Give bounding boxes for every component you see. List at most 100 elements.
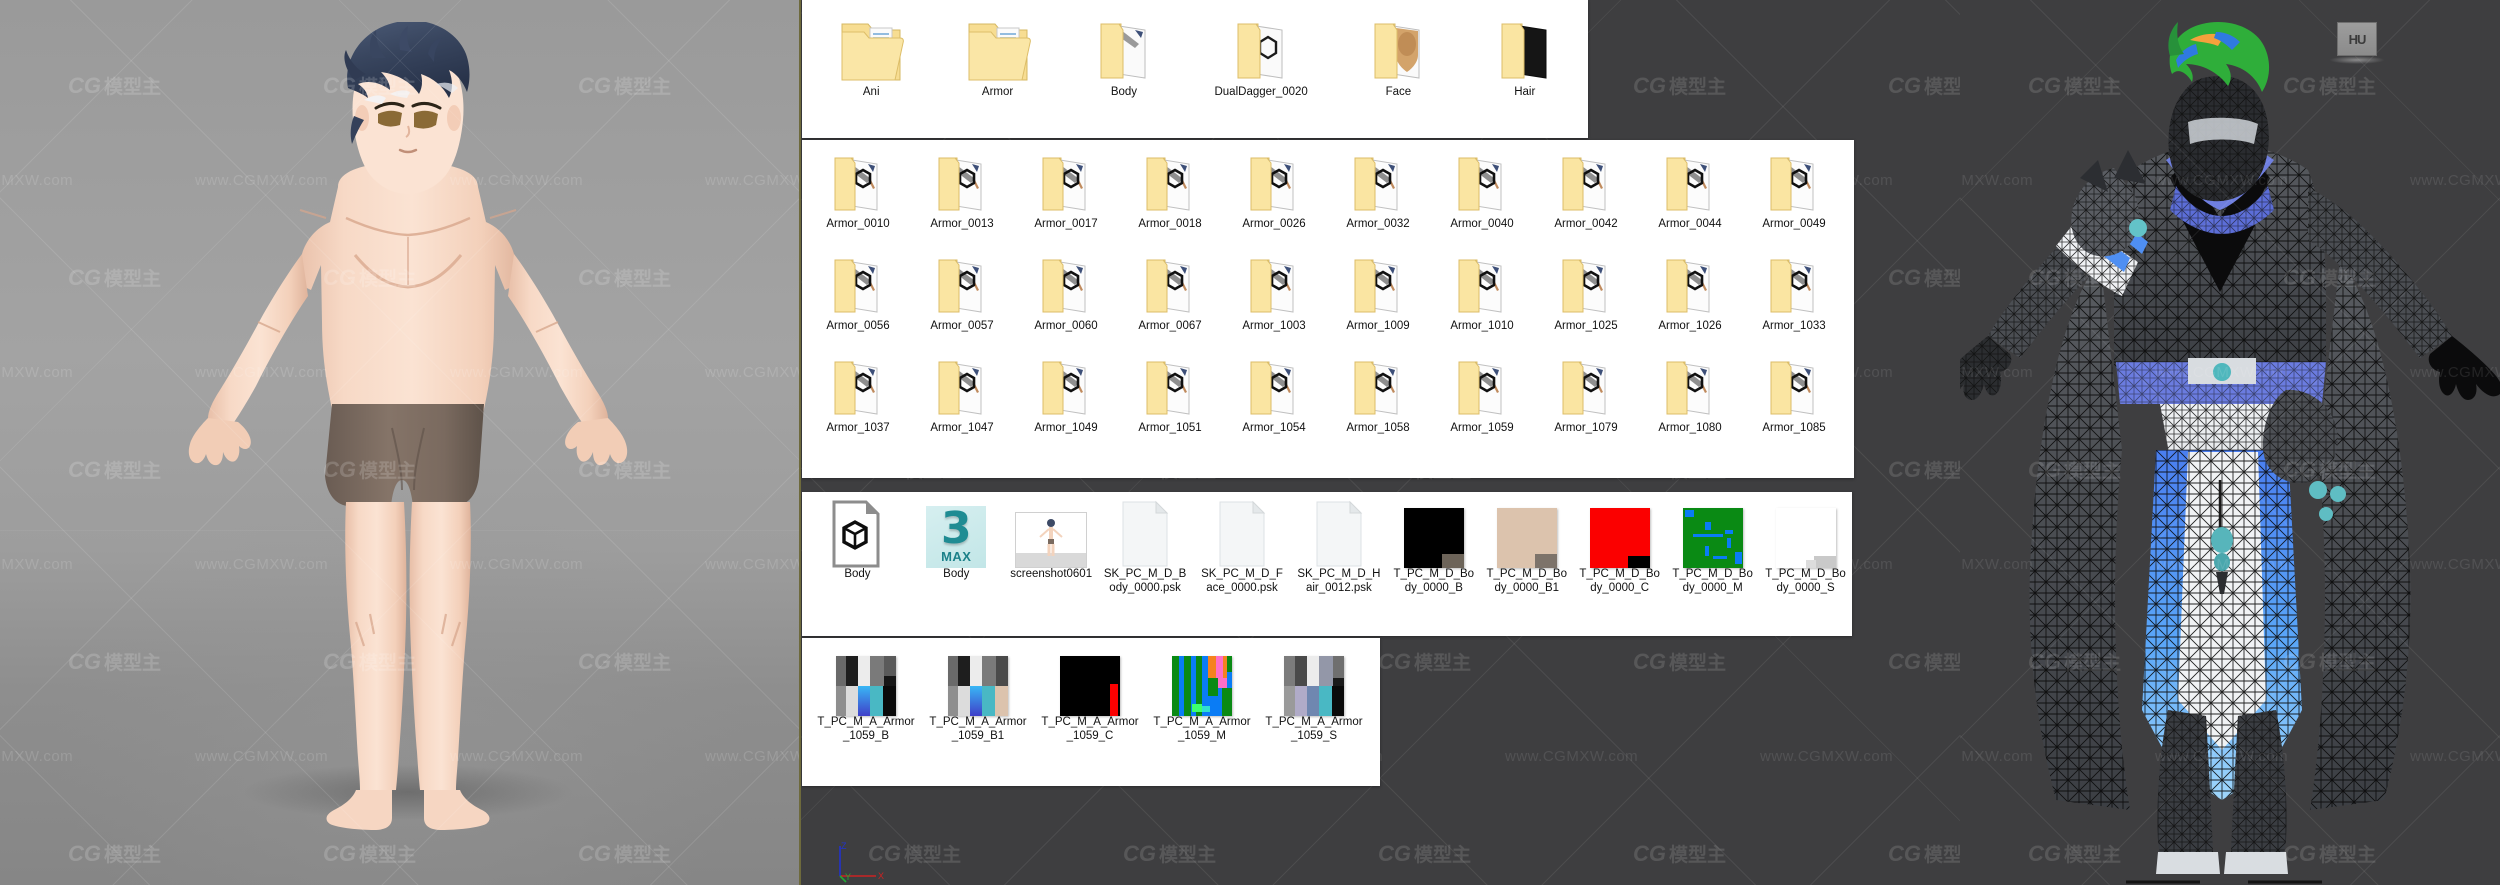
svg-text:Y: Y [845, 872, 851, 882]
file-item[interactable]: Armor_1003 [1222, 248, 1326, 350]
file-item[interactable]: T_PC_M_A_Armor_1059_C [1034, 646, 1146, 743]
file-label: Armor_0060 [1034, 320, 1098, 332]
root-folders-panel[interactable]: Ani Armor Body DualDagger_0020 Face Hair [802, 0, 1588, 138]
texture-thumbnail-icon [1060, 646, 1120, 716]
file-item[interactable]: T_PC_M_D_Body_0000_S [1759, 498, 1852, 595]
file-item[interactable]: T_PC_M_D_Body_0000_B1 [1480, 498, 1573, 595]
file-item[interactable]: Armor_1054 [1222, 350, 1326, 452]
file-label: Armor_1003 [1242, 320, 1306, 332]
file-item[interactable]: Armor_0010 [806, 146, 910, 248]
folder-row: Armor_0056 Armor_0057 Armor_0060 Armor_0… [806, 248, 1854, 350]
file-label: Armor_1033 [1762, 320, 1826, 332]
file-item[interactable]: 3 MAX Body [907, 498, 1006, 595]
file-label: Armor_0026 [1242, 218, 1306, 230]
file-item[interactable]: Armor_0049 [1742, 146, 1846, 248]
viewport-left-body-model[interactable]: www.CGMXW.com www.CGMXW.com www.CGMXW.com w… [0, 0, 800, 885]
file-label: Armor_0013 [930, 218, 994, 230]
file-item[interactable]: Armor_0042 [1534, 146, 1638, 248]
armor-folders-panel[interactable]: Armor_0010 Armor_0013 Armor_0017 Armor_0… [802, 140, 1854, 478]
folder-cube-icon [827, 248, 889, 320]
file-item[interactable]: Hair [1462, 8, 1588, 100]
screenshot-root: www.CGMXW.comwww.CGMXW.comwww.CGMXW.comw… [0, 0, 2500, 885]
watermark-logo: CG模型主 [1888, 264, 1960, 291]
file-item[interactable]: Armor_0057 [910, 248, 1014, 350]
view-cube-face[interactable]: HU [2337, 22, 2377, 56]
file-label: T_PC_M_A_Armor_1059_B [817, 716, 915, 742]
file-label: Body [844, 568, 871, 580]
file-item[interactable]: Armor_1047 [910, 350, 1014, 452]
file-label: screenshot0601 [1010, 568, 1093, 580]
file-item[interactable]: Armor_0032 [1326, 146, 1430, 248]
folder-cube-icon [1347, 146, 1409, 218]
file-item[interactable]: Armor_1051 [1118, 350, 1222, 452]
view-cube-widget[interactable]: HU [2329, 22, 2385, 66]
file-item[interactable]: Armor_0056 [806, 248, 910, 350]
file-label: Armor_1085 [1762, 422, 1826, 434]
file-item[interactable]: Armor_1059 [1430, 350, 1534, 452]
file-label: T_PC_M_D_Body_0000_C [1579, 568, 1660, 594]
file-item[interactable]: SK_PC_M_D_Hair_0012.psk [1290, 498, 1387, 595]
file-item[interactable]: Armor_1026 [1638, 248, 1742, 350]
file-item[interactable]: T_PC_M_A_Armor_1059_S [1258, 646, 1370, 743]
file-item[interactable]: Armor_1049 [1014, 350, 1118, 452]
folder-cube-icon [1763, 350, 1825, 422]
file-item[interactable]: Armor_1010 [1430, 248, 1534, 350]
file-label: Armor_0067 [1138, 320, 1202, 332]
file-item[interactable]: SK_PC_M_D_Face_0000.psk [1194, 498, 1291, 595]
file-item[interactable]: Armor_1085 [1742, 350, 1846, 452]
file-item[interactable]: Armor_0018 [1118, 146, 1222, 248]
file-item[interactable]: Armor_1025 [1534, 248, 1638, 350]
file-item[interactable]: DualDagger_0020 [1187, 8, 1335, 100]
file-label: Armor_0056 [826, 320, 890, 332]
file-label: Hair [1514, 86, 1536, 98]
file-item[interactable]: Armor_0044 [1638, 146, 1742, 248]
file-item[interactable]: T_PC_M_A_Armor_1059_B1 [922, 646, 1034, 743]
file-item[interactable]: Armor_1079 [1534, 350, 1638, 452]
watermark-url: www.CGMXW.com [705, 556, 800, 573]
file-label: Face [1385, 86, 1412, 98]
file-label: Armor_1025 [1554, 320, 1618, 332]
file-item[interactable]: Armor_0040 [1430, 146, 1534, 248]
file-item[interactable]: Armor_1037 [806, 350, 910, 452]
file-label: Armor_0049 [1762, 218, 1826, 230]
3d-object-document-icon [828, 498, 886, 568]
folder-cube-icon [1555, 350, 1617, 422]
file-item[interactable]: Armor_0013 [910, 146, 1014, 248]
watermark-logo: CG模型主 [1123, 840, 1217, 867]
watermark-url: www.CGMXW.com [1505, 748, 1639, 765]
file-item[interactable]: Armor_0067 [1118, 248, 1222, 350]
file-item[interactable]: T_PC_M_D_Body_0000_M [1666, 498, 1759, 595]
file-label: T_PC_M_A_Armor_1059_B1 [929, 716, 1027, 742]
file-item[interactable]: Armor_0026 [1222, 146, 1326, 248]
watermark-logo: CG模型主 [1888, 72, 1960, 99]
file-item[interactable]: T_PC_M_A_Armor_1059_B [810, 646, 922, 743]
armor-textures-panel[interactable]: T_PC_M_A_Armor_1059_B T_PC_M_A_Armor_105… [802, 638, 1380, 786]
file-item[interactable]: SK_PC_M_D_Body_0000.psk [1097, 498, 1194, 595]
file-item[interactable]: screenshot0601 [1006, 498, 1097, 595]
file-item[interactable]: Armor_1033 [1742, 248, 1846, 350]
file-label: Armor_1026 [1658, 320, 1722, 332]
file-item[interactable]: Armor_0060 [1014, 248, 1118, 350]
file-item[interactable]: Armor_1058 [1326, 350, 1430, 452]
watermark-logo: CG模型主 [1633, 72, 1727, 99]
blank-file-icon [1310, 498, 1368, 568]
file-label: Armor_1049 [1034, 422, 1098, 434]
file-item[interactable]: T_PC_M_A_Armor_1059_M [1146, 646, 1258, 743]
file-label: SK_PC_M_D_Body_0000.psk [1103, 568, 1187, 594]
file-item[interactable]: Body [1061, 8, 1187, 100]
viewport-right-armor-wireframe[interactable]: www.CGMXW.comwww.CGMXW.comwww.CGMXW.comC… [1960, 0, 2500, 885]
file-item[interactable]: Armor_1009 [1326, 248, 1430, 350]
texture-thumbnail-icon [948, 646, 1008, 716]
folder-cube-icon [827, 146, 889, 218]
file-item[interactable]: Ani [808, 8, 934, 100]
folder-documents-icon [965, 8, 1031, 86]
file-item[interactable]: Armor_0017 [1014, 146, 1118, 248]
file-item[interactable]: T_PC_M_D_Body_0000_C [1573, 498, 1666, 595]
file-item[interactable]: Armor_1080 [1638, 350, 1742, 452]
file-item[interactable]: T_PC_M_D_Body_0000_B [1387, 498, 1480, 595]
file-item[interactable]: Face [1335, 8, 1461, 100]
folder-cube-icon [1451, 146, 1513, 218]
file-item[interactable]: Body [808, 498, 907, 595]
file-item[interactable]: Armor [934, 8, 1060, 100]
body-assets-panel[interactable]: Body 3 MAX Body screenshot0601 SK_PC_M_D_… [802, 492, 1852, 636]
